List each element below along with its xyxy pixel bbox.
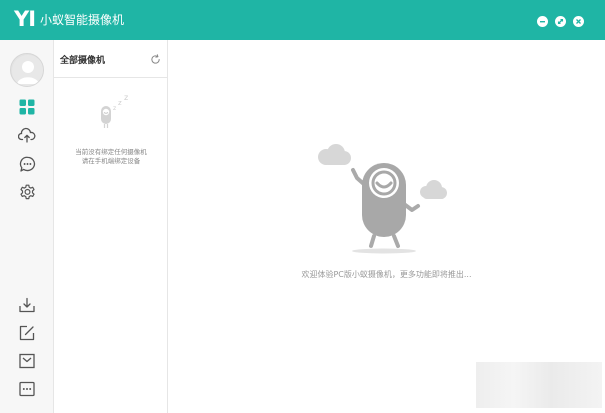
yi-logo: YI: [14, 7, 36, 31]
nav-item-download[interactable]: [17, 295, 37, 315]
empty-camera-line2: 请在手机端绑定设备: [81, 157, 141, 165]
nav-item-mail[interactable]: [17, 351, 37, 371]
empty-camera-line1: 当前没有绑定任何摄像机: [75, 148, 147, 156]
camera-list-panel: 全部摄像机 z z z 当前没有绑定任何摄像机 请在手机端绑定设备: [54, 40, 168, 413]
nav-item-cloud[interactable]: [17, 125, 37, 145]
minimize-icon: [540, 21, 545, 23]
chat-bubble-icon: [19, 156, 35, 172]
nav-item-settings[interactable]: [17, 182, 37, 202]
nav-item-messages[interactable]: [17, 154, 37, 174]
minimize-button[interactable]: [537, 16, 548, 27]
close-icon: [576, 19, 581, 24]
svg-text:z: z: [118, 99, 122, 107]
app-window: YI 小蚁智能摄像机 全部摄像机 z z z 当前没有绑定任何摄像机 请在手机端…: [0, 0, 605, 413]
edit-icon: [19, 325, 35, 341]
gear-icon: [19, 184, 35, 199]
nav-item-cameras[interactable]: [17, 97, 37, 117]
download-icon: [19, 297, 35, 313]
empty-camera-message: 当前没有绑定任何摄像机 请在手机端绑定设备: [58, 148, 164, 166]
upload-cloud-icon: [18, 127, 36, 143]
main-content: 欢迎体验PC版小蚁摄像机，更多功能即将推出...: [168, 40, 605, 413]
avatar[interactable]: [10, 53, 44, 87]
nav-rail: [0, 40, 54, 413]
sleeping-camera-icon: z z z: [101, 95, 128, 128]
close-button[interactable]: [573, 16, 584, 27]
camera-list-title: 全部摄像机: [60, 56, 106, 66]
nav-item-more[interactable]: [17, 379, 37, 399]
camera-list-header: 全部摄像机: [54, 40, 167, 78]
yi-mascot-illustration: [318, 144, 447, 254]
app-title: 小蚁智能摄像机: [40, 13, 125, 27]
title-bar[interactable]: YI 小蚁智能摄像机: [0, 0, 605, 40]
svg-text:z: z: [113, 105, 116, 112]
more-icon: [19, 381, 35, 397]
welcome-message: 欢迎体验PC版小蚁摄像机，更多功能即将推出...: [301, 270, 472, 279]
mail-icon: [19, 353, 35, 369]
svg-text:z: z: [124, 95, 128, 102]
nav-item-feedback[interactable]: [17, 323, 37, 343]
restore-icon: [557, 18, 564, 25]
user-avatar-icon: [12, 55, 43, 86]
watermark-blur: [476, 362, 602, 408]
refresh-icon[interactable]: [150, 54, 161, 65]
restore-button[interactable]: [555, 16, 566, 27]
grid-icon: [19, 99, 35, 115]
